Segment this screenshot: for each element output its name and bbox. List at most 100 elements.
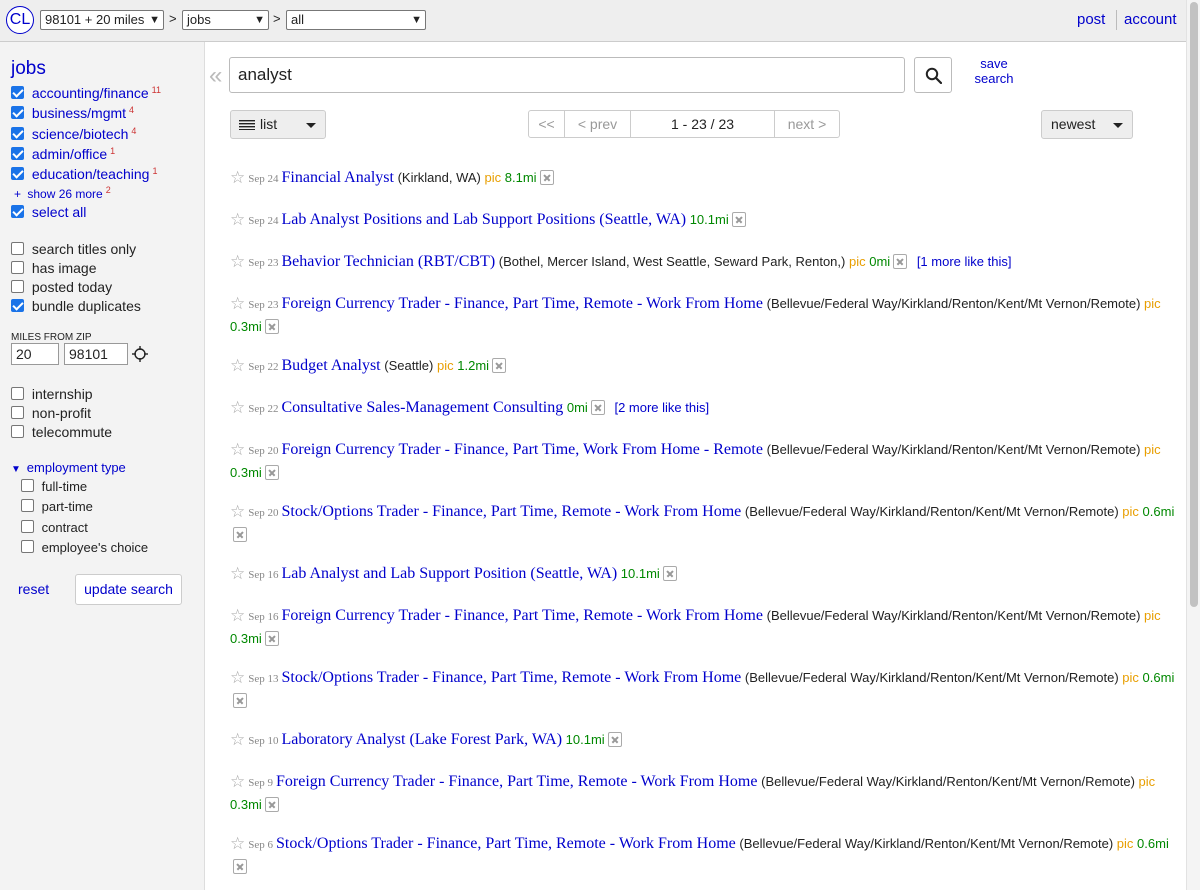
category-checkbox[interactable] <box>11 86 24 99</box>
employment-type-toggle[interactable]: ▼ employment type <box>11 459 126 475</box>
search-button[interactable] <box>914 57 952 93</box>
post-title[interactable]: Foreign Currency Trader - Finance, Part … <box>282 441 763 458</box>
employment-type-label[interactable]: employment type <box>27 460 126 475</box>
zip-input[interactable]: 98101 <box>64 343 128 365</box>
view-mode-dropdown[interactable]: list <box>230 110 326 139</box>
select-all-checkbox[interactable] <box>11 205 24 218</box>
crosshair-icon[interactable] <box>132 346 148 362</box>
hide-posting-icon[interactable] <box>662 566 677 581</box>
category-checkbox[interactable] <box>11 167 24 180</box>
post-title[interactable]: Laboratory Analyst (Lake Forest Park, WA… <box>282 731 563 748</box>
employment-full-time[interactable]: full-time <box>21 479 87 494</box>
collapse-sidebar-icon[interactable]: « <box>209 62 222 90</box>
filter-checkbox[interactable] <box>11 406 24 419</box>
miles-input[interactable]: 20 <box>11 343 59 365</box>
filter-internship[interactable]: internship <box>11 386 93 402</box>
hide-posting-icon[interactable] <box>893 254 908 269</box>
post-title[interactable]: Lab Analyst Positions and Lab Support Po… <box>282 211 687 228</box>
star-icon[interactable]: ☆ <box>230 730 245 749</box>
star-icon[interactable]: ☆ <box>230 564 245 583</box>
star-icon[interactable]: ☆ <box>230 834 245 853</box>
employment-contract[interactable]: contract <box>21 520 88 535</box>
account-link[interactable]: account <box>1124 11 1177 28</box>
post-title[interactable]: Behavior Technician (RBT/CBT) <box>282 253 496 270</box>
hide-posting-icon[interactable] <box>233 527 247 542</box>
employment-part-time[interactable]: part-time <box>21 499 93 514</box>
star-icon[interactable]: ☆ <box>230 440 245 459</box>
category-item[interactable]: education/teaching 1 <box>11 166 157 182</box>
category-item[interactable]: accounting/finance 11 <box>11 85 161 101</box>
star-icon[interactable]: ☆ <box>230 668 245 687</box>
option-checkbox[interactable] <box>11 280 24 293</box>
star-icon[interactable]: ☆ <box>230 502 245 521</box>
option-bundle-duplicates[interactable]: bundle duplicates <box>11 298 141 314</box>
category-item[interactable]: business/mgmt 4 <box>11 105 134 121</box>
option-checkbox[interactable] <box>11 242 24 255</box>
employment-checkbox[interactable] <box>21 520 34 533</box>
save-search-link[interactable]: save search <box>971 56 1017 86</box>
category-label[interactable]: science/biotech <box>32 126 129 142</box>
category-item[interactable]: admin/office 1 <box>11 146 115 162</box>
next-page-button[interactable]: next > <box>775 111 839 137</box>
category-checkbox[interactable] <box>11 147 24 160</box>
sidebar-title[interactable]: jobs <box>11 58 46 80</box>
star-icon[interactable]: ☆ <box>230 356 245 375</box>
hide-posting-icon[interactable] <box>492 358 507 373</box>
employment-checkbox[interactable] <box>21 479 34 492</box>
employment-checkbox[interactable] <box>21 499 34 512</box>
category-item[interactable]: science/biotech 4 <box>11 126 136 142</box>
employment-employees-choice[interactable]: employee's choice <box>21 540 148 555</box>
filter-telecommute[interactable]: telecommute <box>11 424 112 440</box>
option-checkbox[interactable] <box>11 299 24 312</box>
star-icon[interactable]: ☆ <box>230 606 245 625</box>
hide-posting-icon[interactable] <box>590 400 605 415</box>
category-label[interactable]: education/teaching <box>32 166 150 182</box>
star-icon[interactable]: ☆ <box>230 210 245 229</box>
post-title[interactable]: Financial Analyst <box>282 169 394 186</box>
select-all-label[interactable]: select all <box>32 204 86 220</box>
hide-posting-icon[interactable] <box>233 859 247 874</box>
post-title[interactable]: Foreign Currency Trader - Finance, Part … <box>282 295 763 312</box>
hide-posting-icon[interactable] <box>264 797 279 812</box>
star-icon[interactable]: ☆ <box>230 772 245 791</box>
prev-page-button[interactable]: < prev <box>565 111 630 137</box>
location-select[interactable]: 98101 + 20 miles ▼ <box>40 10 164 30</box>
category-label[interactable]: business/mgmt <box>32 105 126 121</box>
option-checkbox[interactable] <box>11 261 24 274</box>
category-label[interactable]: admin/office <box>32 146 107 162</box>
scrollbar-thumb[interactable] <box>1190 2 1198 607</box>
subcategory-select[interactable]: all ▼ <box>286 10 426 30</box>
hide-posting-icon[interactable] <box>264 465 279 480</box>
show-more-item[interactable]: + show 26 more 2 <box>14 185 111 201</box>
category-select[interactable]: jobs ▼ <box>182 10 269 30</box>
more-like-this-link[interactable]: [1 more like this] <box>917 254 1012 269</box>
hide-posting-icon[interactable] <box>233 693 247 708</box>
select-all-item[interactable]: select all <box>11 204 86 220</box>
post-title[interactable]: Stock/Options Trader - Finance, Part Tim… <box>282 503 742 520</box>
update-search-button[interactable]: update search <box>75 574 182 605</box>
hide-posting-icon[interactable] <box>264 631 279 646</box>
first-page-button[interactable]: << <box>529 111 564 137</box>
post-title[interactable]: Stock/Options Trader - Finance, Part Tim… <box>282 669 742 686</box>
category-checkbox[interactable] <box>11 106 24 119</box>
star-icon[interactable]: ☆ <box>230 398 245 417</box>
hide-posting-icon[interactable] <box>264 319 279 334</box>
reset-button[interactable]: reset <box>18 581 49 597</box>
star-icon[interactable]: ☆ <box>230 168 245 187</box>
search-input[interactable]: analyst <box>229 57 905 93</box>
post-title[interactable]: Foreign Currency Trader - Finance, Part … <box>276 773 757 790</box>
post-title[interactable]: Budget Analyst <box>282 357 381 374</box>
sort-dropdown[interactable]: newest <box>1041 110 1133 139</box>
post-title[interactable]: Stock/Options Trader - Finance, Part Tim… <box>276 835 736 852</box>
post-title[interactable]: Lab Analyst and Lab Support Position (Se… <box>282 565 618 582</box>
hide-posting-icon[interactable] <box>731 212 746 227</box>
scrollbar[interactable] <box>1186 0 1200 890</box>
more-like-this-link[interactable]: [2 more like this] <box>614 400 709 415</box>
star-icon[interactable]: ☆ <box>230 252 245 271</box>
filter-checkbox[interactable] <box>11 387 24 400</box>
category-label[interactable]: accounting/finance <box>32 85 149 101</box>
post-link[interactable]: post <box>1077 11 1105 28</box>
hide-posting-icon[interactable] <box>539 170 554 185</box>
hide-posting-icon[interactable] <box>607 732 622 747</box>
option-search-titles[interactable]: search titles only <box>11 241 136 257</box>
